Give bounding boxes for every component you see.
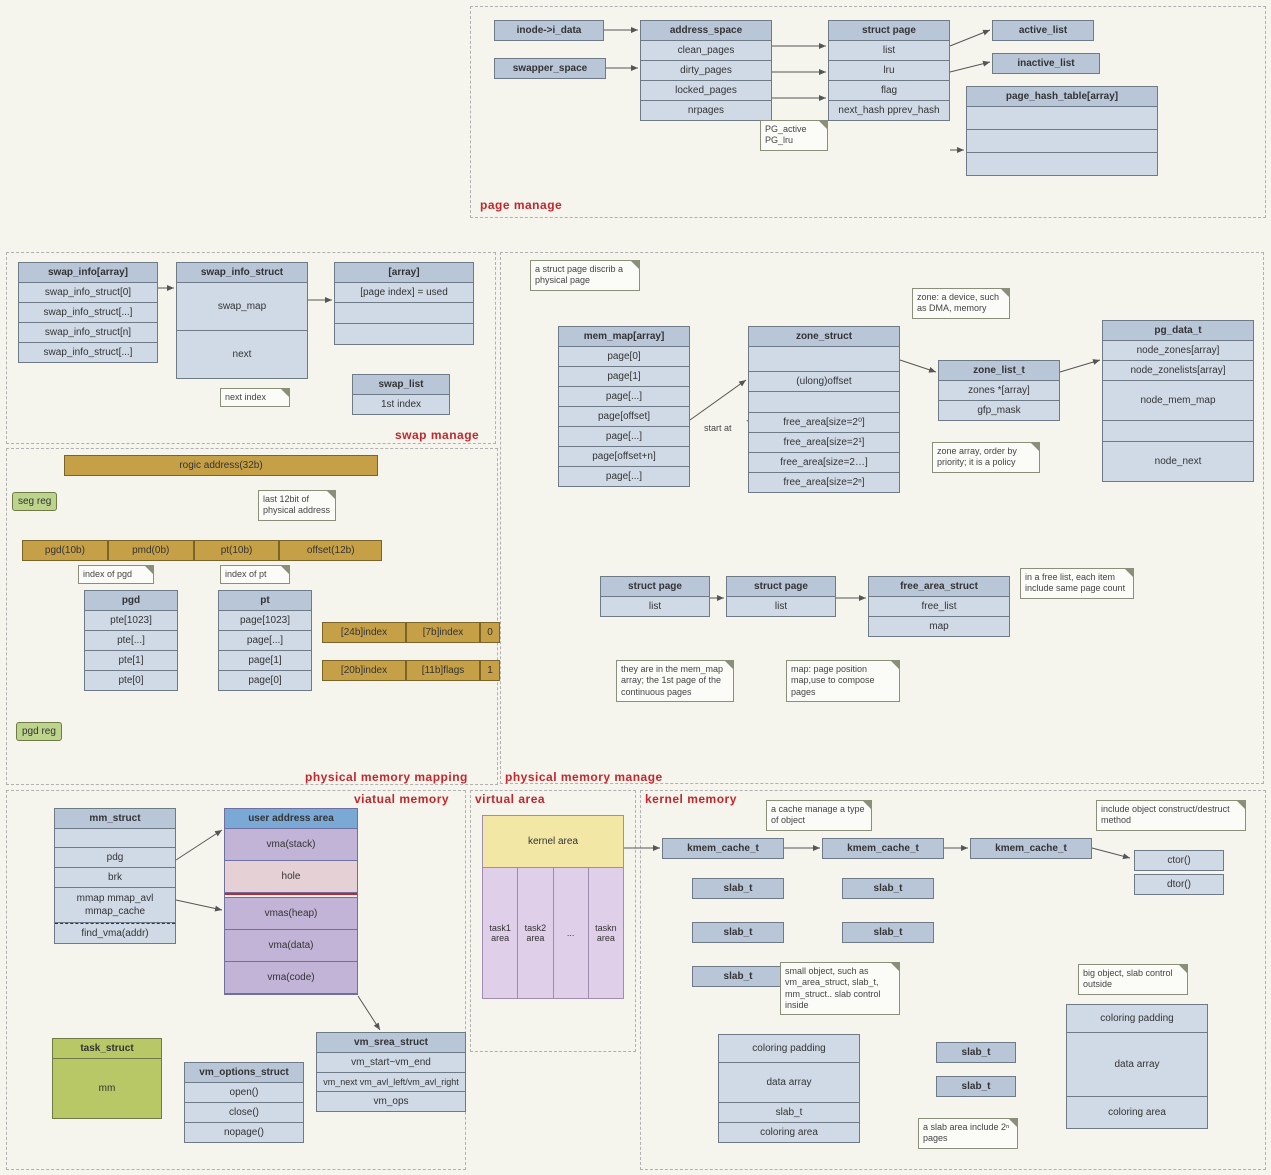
box-swap-array: [array] [page index] = used	[334, 262, 474, 345]
note-next-index: next index	[220, 388, 290, 407]
note-struct-page: a struct page discrib a physical page	[530, 260, 640, 291]
label-vmem: viatual memory	[354, 792, 449, 806]
box-ctor: ctor()	[1134, 850, 1224, 871]
box-slab-area-big: coloring padding data array coloring are…	[1066, 1004, 1208, 1129]
box-pgd: pgd pte[1023]pte[...] pte[1]pte[0]	[84, 590, 178, 691]
box-swap-info-array: swap_info[array] swap_info_struct[0] swa…	[18, 262, 158, 363]
note-zone: zone: a device, such as DMA, memory	[912, 288, 1010, 319]
note-free-list: in a free list, each item include same p…	[1020, 568, 1134, 599]
box-slab-a1: slab_t	[692, 878, 784, 899]
note-big-obj: big object, slab control outside	[1078, 964, 1188, 995]
note-obj: include object construct/destruct method	[1096, 800, 1246, 831]
box-swapper-space: swapper_space	[494, 58, 606, 79]
box-swap-info-struct: swap_info_struct swap_map next	[176, 262, 308, 379]
box-dtor: dtor()	[1134, 874, 1224, 895]
box-slab-b1: slab_t	[842, 878, 934, 899]
label-phys: physical memory manage	[505, 770, 663, 784]
box-vm-options-struct: vm_options_struct open() close() nopage(…	[184, 1062, 304, 1143]
box-inactive-list: inactive_list	[992, 53, 1100, 74]
box-kct-1: kmem_cache_t	[662, 838, 784, 859]
label-mapping: physical memory mapping	[305, 770, 468, 784]
box-mem-map: mem_map[array] page[0]page[1] page[...]p…	[558, 326, 690, 487]
box-kct-3: kmem_cache_t	[970, 838, 1092, 859]
box-slab-a3: slab_t	[692, 966, 784, 987]
note-slab-area: a slab area include 2ⁿ pages	[918, 1118, 1018, 1149]
label-varea: virtual area	[475, 792, 545, 806]
box-struct-page-1: struct pagelist	[600, 576, 710, 617]
box-inode-idata: inode->i_data	[494, 20, 604, 41]
bar-address-parts: pgd(10b) pmd(0b) pt(10b) offset(12b)	[22, 540, 382, 561]
seg-reg: seg reg	[12, 492, 57, 511]
seg-pgd-reg: pgd reg	[16, 722, 62, 741]
box-pt: pt page[1023]page[...] page[1]page[0]	[218, 590, 312, 691]
note-pg-flags: PG_active PG_lru	[760, 120, 828, 151]
bar-pte-row-swap: [24b]index [7b]index 0	[322, 622, 500, 643]
box-slab-b2: slab_t	[842, 922, 934, 943]
label-page-manage: page manage	[480, 198, 562, 212]
label-kmem: kernel memory	[645, 792, 737, 806]
note-map: map: page position map,use to compose pa…	[786, 660, 900, 702]
box-swap-list: swap_list 1st index	[352, 374, 450, 415]
bar-pte-row-present: [20b]index [11b]flags 1	[322, 660, 500, 681]
box-struct-page-top: struct page list lru flag next_hash ppre…	[828, 20, 950, 121]
box-task-struct: task_struct mm	[52, 1038, 162, 1119]
box-free-area-struct: free_area_struct free_list map	[868, 576, 1010, 637]
bar-rogic-address: rogic address(32b)	[64, 455, 378, 476]
box-vm-srea-struct: vm_srea_struct vm_start~vm_end vm_next v…	[316, 1032, 466, 1112]
note-start-at: start at	[700, 420, 754, 437]
note-sp-mem-map: they are in the mem_map array; the 1st p…	[616, 660, 734, 702]
box-struct-page-2: struct pagelist	[726, 576, 836, 617]
box-slab-c2: slab_t	[936, 1076, 1016, 1097]
note-addr-12bit: last 12bit of physical address	[258, 490, 336, 521]
box-pg-data: pg_data_t node_zones[array] node_zonelis…	[1102, 320, 1254, 482]
box-user-address-area: user address area vma(stack) hole vmas(h…	[224, 808, 358, 995]
box-kct-2: kmem_cache_t	[822, 838, 944, 859]
note-idx-pgd: index of pgd	[78, 565, 154, 584]
box-slab-a2: slab_t	[692, 922, 784, 943]
note-idx-pt: index of pt	[220, 565, 290, 584]
box-slab-c1: slab_t	[936, 1042, 1016, 1063]
note-zone-array: zone array, order by priority; it is a p…	[932, 442, 1040, 473]
note-cache: a cache manage a type of object	[766, 800, 872, 831]
box-mm-struct: mm_struct pdg brk mmap mmap_avl mmap_cac…	[54, 808, 176, 944]
label-swap: swap manage	[395, 428, 479, 442]
box-page-hash-table: page_hash_table[array]	[966, 86, 1158, 176]
note-small-obj: small object, such as vm_area_struct, sl…	[780, 962, 900, 1015]
box-zone-struct: zone_struct (ulong)offset free_area[size…	[748, 326, 900, 493]
box-active-list: active_list	[992, 20, 1094, 41]
box-virtual-memory: kernel area task1 areatask2 area...taskn…	[482, 815, 624, 999]
box-slab-area-small: coloring padding data array slab_t color…	[718, 1034, 860, 1143]
box-address-space: address_space clean_pages dirty_pages lo…	[640, 20, 772, 121]
box-zone-list: zone_list_t zones *[array] gfp_mask	[938, 360, 1060, 421]
